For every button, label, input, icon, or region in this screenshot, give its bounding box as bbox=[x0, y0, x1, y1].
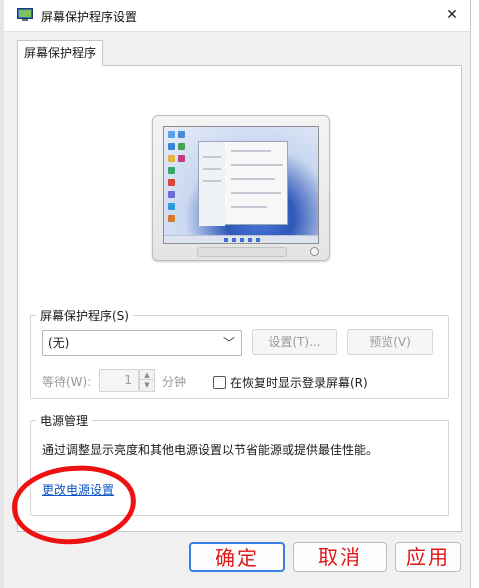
wait-label: 等待(W): bbox=[42, 375, 92, 389]
stepper-up-icon[interactable]: ▲ bbox=[140, 370, 154, 380]
settings-button[interactable]: 设置(T)... bbox=[252, 329, 337, 355]
taskbar-icon bbox=[232, 238, 236, 242]
desktop-icon bbox=[168, 143, 175, 150]
window-title: 屏幕保护程序设置 bbox=[41, 10, 138, 24]
preview-button[interactable]: 预览(V) bbox=[347, 329, 433, 355]
desktop-icon bbox=[168, 215, 175, 222]
screensaver-monitor-icon bbox=[17, 8, 33, 21]
wait-unit-label: 分钟 bbox=[162, 375, 187, 389]
apply-button[interactable]: 应用 bbox=[395, 542, 461, 572]
screensaver-group-legend: 屏幕保护程序(S) bbox=[36, 307, 133, 324]
desktop-icon bbox=[168, 191, 175, 198]
desktop-icon bbox=[168, 203, 175, 210]
desktop-icon bbox=[178, 143, 185, 150]
monitor-power-icon bbox=[310, 247, 319, 256]
ok-button[interactable]: 确定 bbox=[189, 542, 285, 572]
stepper-down-icon[interactable]: ▼ bbox=[140, 380, 154, 390]
chevron-down-icon: ﹀ bbox=[222, 336, 235, 350]
close-icon: ✕ bbox=[446, 7, 458, 23]
settings-window-thumbnail bbox=[198, 141, 288, 226]
resume-label[interactable]: 在恢复时显示登录屏幕(R) bbox=[230, 374, 368, 391]
wait-input[interactable]: 1 bbox=[99, 369, 139, 392]
power-group-legend: 电源管理 bbox=[36, 412, 93, 429]
taskbar-icon bbox=[240, 238, 244, 242]
tab-screensaver[interactable]: 屏幕保护程序 bbox=[17, 40, 103, 66]
tab-panel: 屏幕保护程序(S) (无) ﹀ 设置(T)... 预览(V) 等待(W): 1 … bbox=[17, 65, 462, 532]
thumbnail-line bbox=[231, 164, 283, 166]
cancel-button[interactable]: 取消 bbox=[293, 542, 387, 572]
desktop-icon bbox=[178, 131, 185, 138]
thumbnail-line bbox=[231, 150, 271, 152]
thumbnail-line bbox=[231, 192, 281, 194]
thumbnail-sidebar bbox=[199, 142, 225, 226]
desktop-icon bbox=[178, 155, 185, 162]
monitor-base bbox=[197, 247, 287, 257]
change-power-settings-link[interactable]: 更改电源设置 bbox=[42, 481, 114, 498]
power-group bbox=[30, 420, 449, 516]
desktop-icon bbox=[168, 131, 175, 138]
thumbnail-taskbar bbox=[164, 235, 318, 243]
thumbnail-line bbox=[231, 178, 275, 180]
screensaver-select-value: (无) bbox=[48, 336, 70, 350]
power-description: 通过调整显示亮度和其他电源设置以节省能源或提供最佳性能。 bbox=[42, 443, 379, 457]
desktop-icon bbox=[168, 155, 175, 162]
desktop-icon bbox=[168, 167, 175, 174]
preview-screen bbox=[163, 126, 319, 244]
wait-stepper[interactable]: ▲ ▼ bbox=[139, 369, 155, 392]
thumbnail-line bbox=[203, 180, 221, 182]
resume-checkbox[interactable] bbox=[213, 376, 226, 389]
close-button[interactable]: ✕ bbox=[440, 4, 464, 26]
taskbar-icon bbox=[248, 238, 252, 242]
monitor-preview bbox=[152, 115, 330, 261]
taskbar-icon bbox=[224, 238, 228, 242]
thumbnail-line bbox=[231, 206, 267, 208]
title-bar: 屏幕保护程序设置 ✕ bbox=[4, 0, 470, 32]
screensaver-select[interactable]: (无) ﹀ bbox=[42, 330, 242, 356]
thumbnail-line bbox=[203, 168, 221, 170]
desktop-icon bbox=[168, 179, 175, 186]
thumbnail-line bbox=[203, 156, 221, 158]
taskbar-icon bbox=[256, 238, 260, 242]
background-window-edge bbox=[0, 0, 4, 588]
background-window-edge-right bbox=[470, 0, 479, 588]
